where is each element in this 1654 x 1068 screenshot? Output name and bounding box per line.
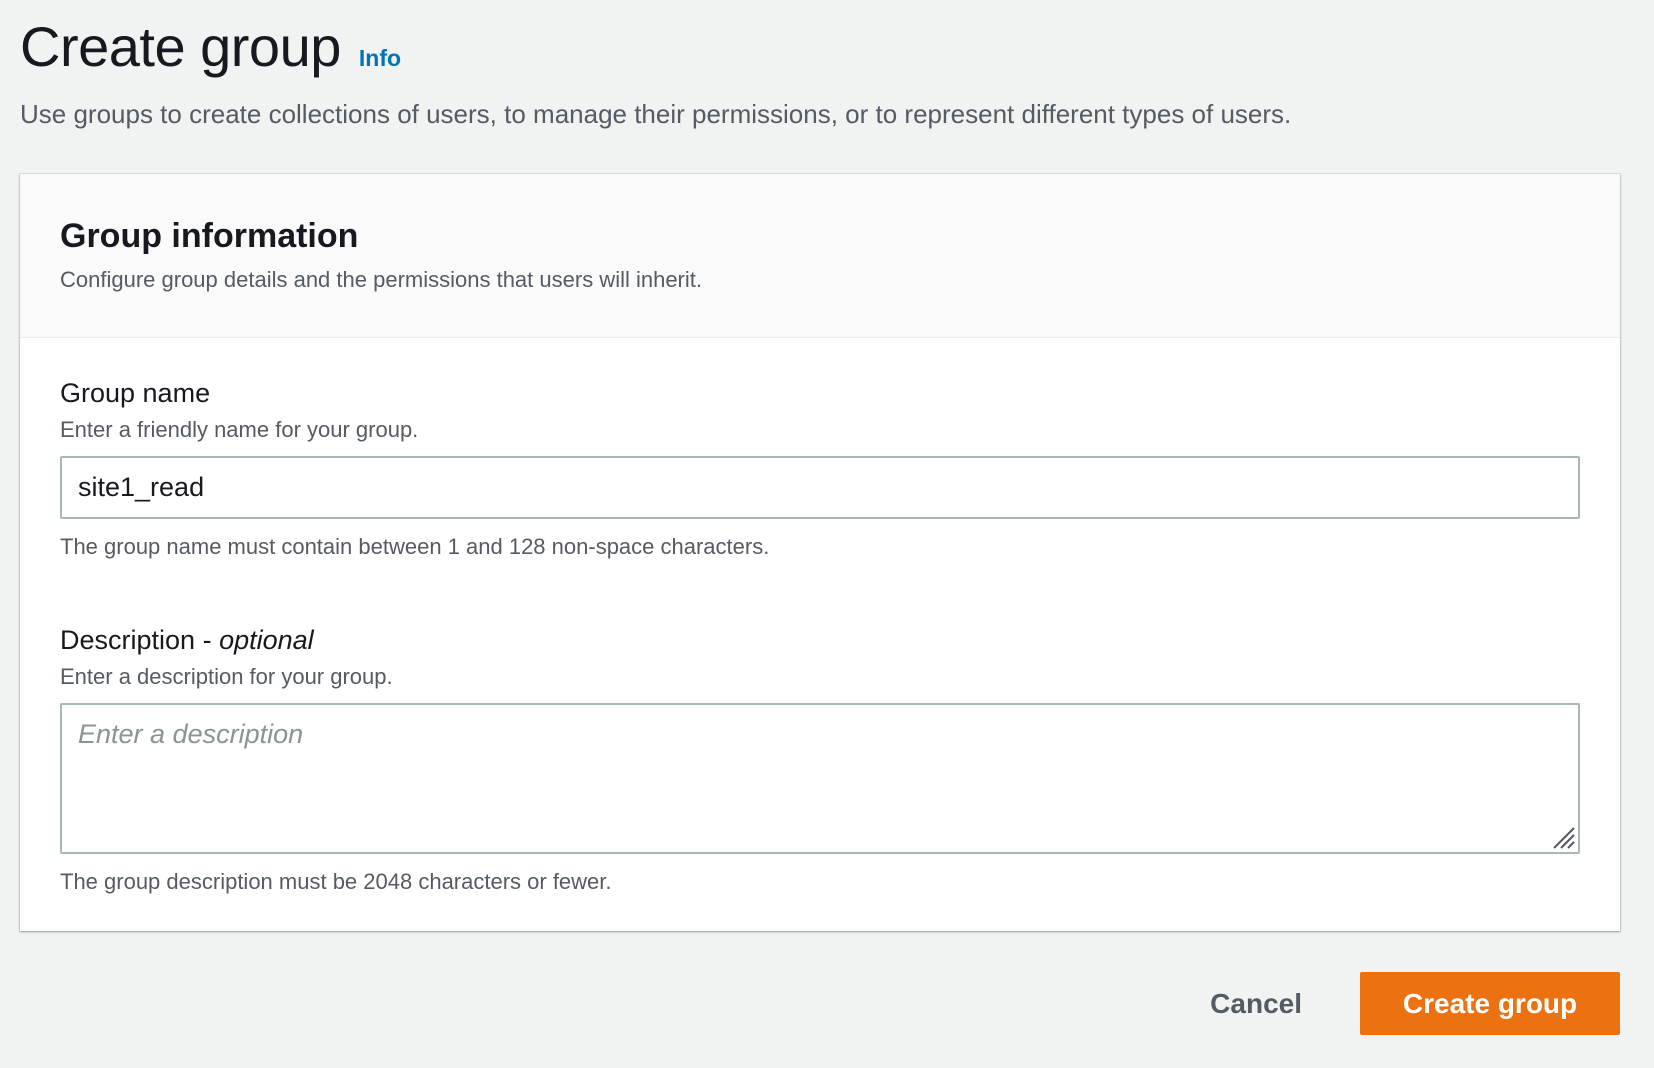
page-description: Use groups to create collections of user… — [20, 99, 1292, 129]
description-label-separator: - — [195, 625, 220, 655]
form-actions: Cancel Create group — [1190, 972, 1620, 1035]
group-name-constraint: The group name must contain between 1 an… — [60, 534, 770, 559]
title-row: Create group Info — [20, 14, 1634, 80]
description-label: Description - optional — [60, 623, 1580, 657]
group-name-input[interactable] — [60, 456, 1580, 519]
section-title: Group information — [60, 217, 359, 255]
group-name-label: Group name — [60, 378, 211, 408]
create-group-button[interactable]: Create group — [1360, 972, 1620, 1035]
description-field: Description - optional Enter a descripti… — [60, 623, 1580, 896]
description-label-text: Description — [60, 625, 196, 655]
cancel-button[interactable]: Cancel — [1190, 972, 1322, 1035]
group-name-field: Group name Enter a friendly name for you… — [60, 376, 1580, 561]
page-title: Create group — [20, 15, 341, 78]
group-name-description: Enter a friendly name for your group. — [60, 417, 419, 442]
group-information-panel: Group information Configure group detail… — [20, 174, 1620, 931]
description-textarea-wrapper — [60, 703, 1580, 854]
panel-header: Group information Configure group detail… — [20, 174, 1620, 338]
resize-handle-icon[interactable] — [1550, 824, 1576, 850]
panel-body: Group name Enter a friendly name for you… — [20, 338, 1620, 896]
description-textarea[interactable] — [60, 703, 1580, 854]
page-header: Create group Info Use groups to create c… — [20, 14, 1634, 130]
description-constraint: The group description must be 2048 chara… — [60, 869, 612, 894]
description-hint: Enter a description for your group. — [60, 664, 393, 689]
section-description: Configure group details and the permissi… — [60, 267, 702, 292]
info-link[interactable]: Info — [359, 45, 401, 72]
optional-tag: optional — [219, 625, 314, 655]
